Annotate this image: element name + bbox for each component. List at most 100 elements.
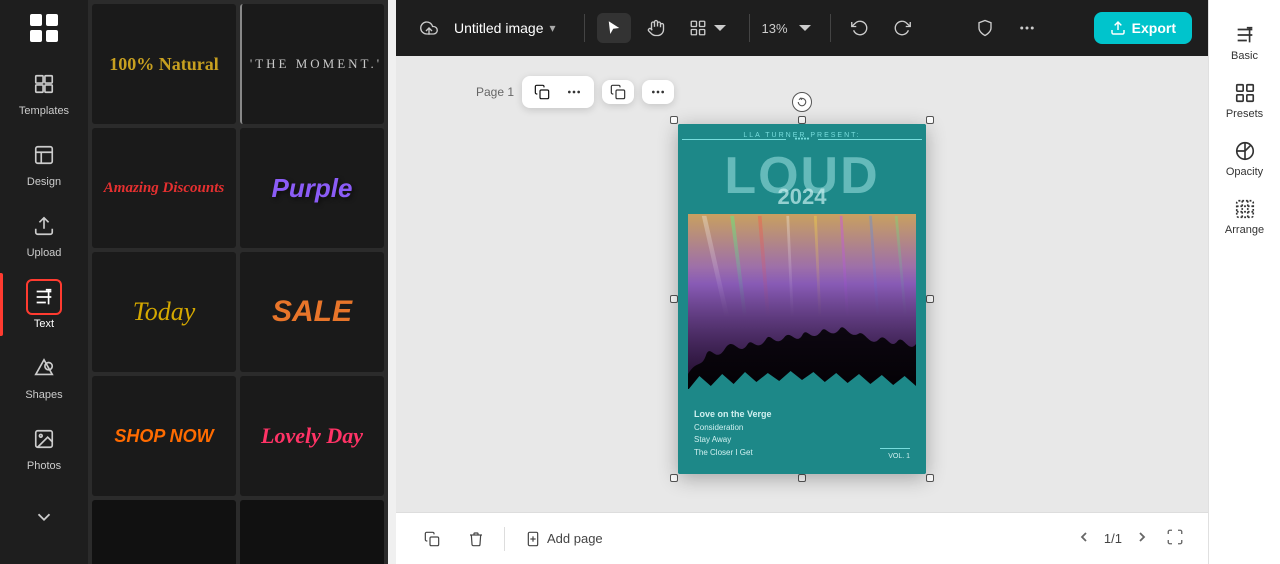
- sidebar-more-button[interactable]: [0, 489, 88, 548]
- right-panel-presets[interactable]: Presets: [1217, 74, 1273, 128]
- shield-icon: [976, 19, 994, 37]
- shapes-label: Shapes: [25, 389, 62, 401]
- template-text-shopnow: SHOP NOW: [114, 426, 213, 447]
- handle-top-center[interactable]: [798, 116, 806, 124]
- top-toolbar: Untitled image ▾: [396, 0, 1208, 56]
- handle-middle-right[interactable]: [926, 295, 934, 303]
- shapes-icon-wrap: [26, 350, 62, 386]
- zoom-chevron-icon: [796, 19, 814, 37]
- copy-page-button[interactable]: [602, 80, 634, 104]
- zoom-value: 13%: [762, 21, 788, 36]
- duplicate-page-button[interactable]: [530, 80, 554, 104]
- upload-icon-wrap: [26, 208, 62, 244]
- undo-button[interactable]: [843, 13, 877, 43]
- title-chevron-icon[interactable]: ▾: [550, 21, 556, 35]
- prev-page-button[interactable]: [1072, 525, 1096, 552]
- photo-overlay: [688, 214, 916, 389]
- handle-bottom-center[interactable]: [798, 474, 806, 482]
- sidebar-item-photos[interactable]: Photos: [0, 411, 88, 482]
- template-grid: 100% Natural 'THE MOMENT.' Amazing Disco…: [88, 0, 388, 564]
- list-item[interactable]: Amazing Discounts: [92, 128, 236, 248]
- shield-button[interactable]: [968, 13, 1002, 43]
- basic-text-icon: [1234, 24, 1256, 46]
- page-label: Page 1: [476, 85, 514, 99]
- cloud-save-button[interactable]: [412, 13, 446, 43]
- text-icon-wrap: [26, 279, 62, 315]
- rotate-handle[interactable]: [792, 92, 812, 112]
- sidebar-item-upload[interactable]: Upload: [0, 198, 88, 269]
- list-item[interactable]: Purple: [240, 128, 384, 248]
- sidebar-item-design[interactable]: Design: [0, 127, 88, 198]
- add-page-button[interactable]: Add page: [517, 525, 611, 553]
- canvas-design[interactable]: LLA TURNER PRESENT: ●●●●● LOUD 2024: [678, 124, 926, 474]
- vol-label: VOL. 1: [888, 453, 910, 460]
- grid-tool-button[interactable]: [681, 13, 737, 43]
- duplicate-button[interactable]: [416, 525, 448, 553]
- handle-top-right[interactable]: [926, 116, 934, 124]
- upload-label: Upload: [27, 247, 62, 259]
- canvas-volume: VOL. 1: [880, 448, 910, 460]
- template-text-purple: Purple: [272, 173, 353, 204]
- more-options-button[interactable]: [1010, 13, 1044, 43]
- fullscreen-button[interactable]: [1162, 524, 1188, 553]
- export-icon: [1110, 20, 1126, 36]
- sidebar-item-shapes[interactable]: Shapes: [0, 340, 88, 411]
- list-item[interactable]: SALE: [240, 252, 384, 372]
- opacity-icon: [1234, 140, 1256, 162]
- hand-tool-button[interactable]: [639, 13, 673, 43]
- right-panel-opacity[interactable]: Opacity: [1217, 132, 1273, 186]
- duplicate-icon: [534, 84, 550, 100]
- arrange-label: Arrange: [1225, 224, 1264, 236]
- page-more2-button[interactable]: [642, 80, 674, 104]
- opacity-label: Opacity: [1226, 166, 1263, 178]
- handle-bottom-left[interactable]: [670, 474, 678, 482]
- more-dots-icon: [1018, 19, 1036, 37]
- sidebar-item-templates[interactable]: Templates: [0, 56, 88, 127]
- dots-line-left: [682, 139, 786, 140]
- list-item[interactable]: SHOP NOW: [92, 376, 236, 496]
- template-text-moment: 'THE MOMENT.': [250, 56, 382, 72]
- design-label: Design: [27, 176, 61, 188]
- next-page-button[interactable]: [1130, 525, 1154, 552]
- zoom-area: 13%: [762, 17, 818, 39]
- list-item[interactable]: [92, 500, 236, 564]
- handle-top-left[interactable]: [670, 116, 678, 124]
- sidebar-item-text[interactable]: Text: [0, 269, 88, 340]
- document-title: Untitled image: [454, 20, 544, 36]
- export-button[interactable]: Export: [1094, 12, 1192, 44]
- main-area: Untitled image ▾: [396, 0, 1208, 564]
- canvas-decoration-dots: ●●●●●: [678, 136, 926, 142]
- template-text-today: Today: [133, 297, 196, 327]
- track-4: The Closer I Get: [694, 447, 772, 460]
- redo-icon: [893, 19, 911, 37]
- dots-line-right: [818, 139, 922, 140]
- export-label: Export: [1132, 20, 1176, 36]
- list-item[interactable]: [240, 500, 384, 564]
- cursor-icon: [605, 19, 623, 37]
- title-area: Untitled image ▾: [454, 20, 556, 36]
- right-panel-basic[interactable]: Basic: [1217, 16, 1273, 70]
- list-item[interactable]: 100% Natural: [92, 4, 236, 124]
- trash-icon: [468, 531, 484, 547]
- handle-bottom-right[interactable]: [926, 474, 934, 482]
- list-item[interactable]: Lovely Day: [240, 376, 384, 496]
- page-more-button[interactable]: [562, 80, 586, 104]
- design-icon-wrap: [26, 137, 62, 173]
- arrange-icon: [1234, 198, 1256, 220]
- next-page-icon: [1134, 529, 1150, 545]
- redo-button[interactable]: [885, 13, 919, 43]
- app-logo[interactable]: [24, 8, 64, 48]
- list-item[interactable]: Today: [92, 252, 236, 372]
- handle-middle-left[interactable]: [670, 295, 678, 303]
- canvas-year: 2024: [678, 184, 926, 210]
- template-text-sale: SALE: [272, 295, 352, 329]
- delete-button[interactable]: [460, 525, 492, 553]
- select-tool-button[interactable]: [597, 13, 631, 43]
- template-text-amazing: Amazing Discounts: [104, 180, 224, 197]
- list-item[interactable]: 'THE MOMENT.': [240, 4, 384, 124]
- canvas-concert-photo: [688, 214, 916, 389]
- right-panel-arrange[interactable]: Arrange: [1217, 190, 1273, 244]
- page-actions-bar: [522, 76, 594, 108]
- zoom-chevron-button[interactable]: [792, 17, 818, 39]
- canvas-wrapper: LLA TURNER PRESENT: ●●●●● LOUD 2024: [678, 124, 926, 474]
